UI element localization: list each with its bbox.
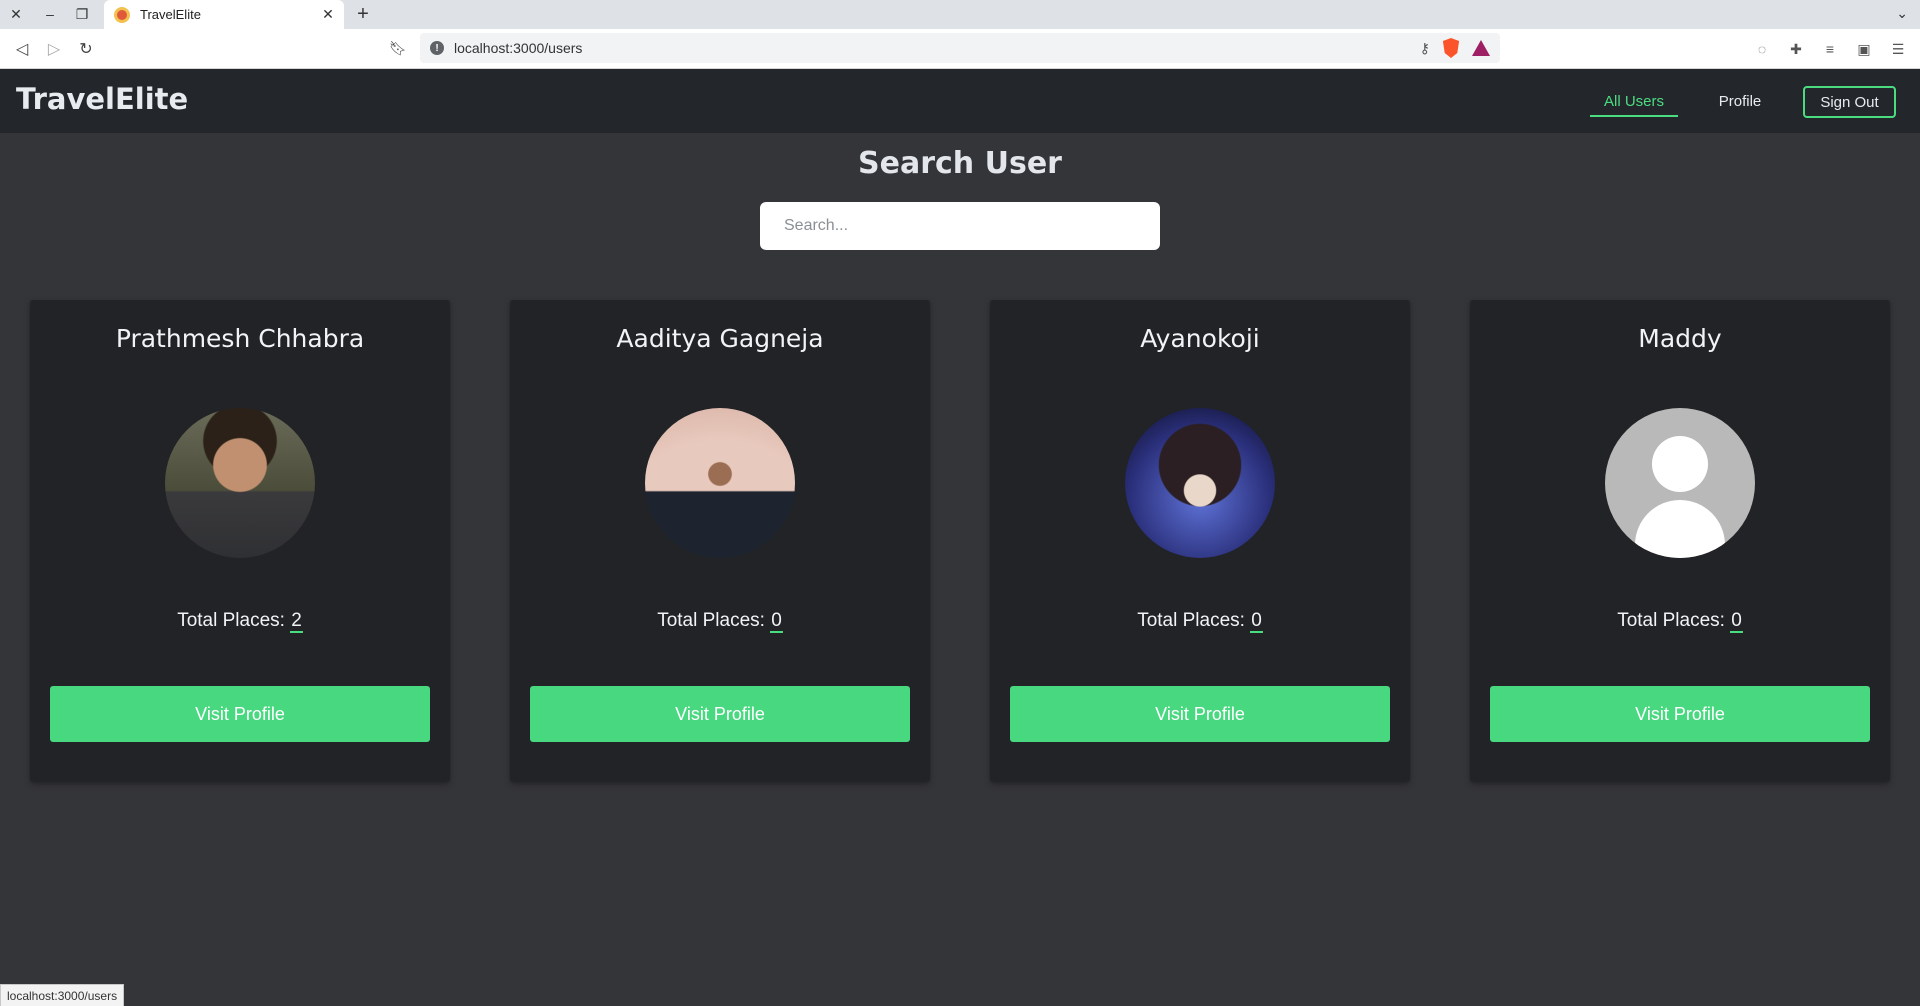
total-places-label: Total Places: bbox=[657, 610, 771, 631]
total-places-count: 0 bbox=[1730, 610, 1743, 633]
user-card-list: Prathmesh Chhabra Total Places: 2 Visit … bbox=[30, 300, 1890, 782]
nav-profile[interactable]: Profile bbox=[1718, 88, 1762, 115]
total-places: Total Places: 0 bbox=[1470, 610, 1890, 633]
close-window-icon[interactable]: ✕ bbox=[6, 4, 26, 24]
search-input[interactable] bbox=[760, 202, 1160, 250]
browser-tab[interactable]: TravelElite ✕ bbox=[104, 0, 344, 29]
wallet-icon[interactable]: ▣ bbox=[1854, 39, 1874, 59]
total-places-count: 0 bbox=[770, 610, 783, 633]
visit-profile-button[interactable]: Visit Profile bbox=[1010, 686, 1390, 742]
site-info-icon[interactable]: ! bbox=[430, 41, 444, 55]
user-name: Aaditya Gagneja bbox=[616, 324, 824, 353]
visit-profile-button[interactable]: Visit Profile bbox=[530, 686, 910, 742]
browser-tab-bar: ✕ – ❐ TravelElite ✕ + ⌄ bbox=[0, 0, 1920, 29]
password-key-icon[interactable]: ⚷ bbox=[1420, 40, 1430, 57]
total-places: Total Places: 0 bbox=[990, 610, 1410, 633]
avatar-body-shape bbox=[1635, 500, 1725, 558]
total-places-count: 2 bbox=[290, 610, 303, 633]
nav-all-users[interactable]: All Users bbox=[1590, 88, 1678, 117]
user-name: Prathmesh Chhabra bbox=[115, 324, 365, 353]
user-card: Aaditya Gagneja Total Places: 0 Visit Pr… bbox=[510, 300, 930, 782]
total-places: Total Places: 2 bbox=[30, 610, 450, 633]
total-places: Total Places: 0 bbox=[510, 610, 930, 633]
media-queue-icon[interactable]: ≡ bbox=[1820, 39, 1840, 59]
default-avatar-icon bbox=[1605, 408, 1755, 558]
user-name: Ayanokoji bbox=[1140, 324, 1260, 353]
tab-list-chevron-icon[interactable]: ⌄ bbox=[1896, 5, 1908, 22]
avatar bbox=[645, 408, 795, 558]
reload-icon[interactable]: ↻ bbox=[74, 37, 98, 61]
avatar bbox=[165, 408, 315, 558]
total-places-label: Total Places: bbox=[177, 610, 291, 631]
address-bar[interactable]: ! localhost:3000/users ⚷ bbox=[420, 33, 1500, 63]
user-card: Ayanokoji Total Places: 0 Visit Profile bbox=[990, 300, 1410, 782]
browser-menu-icon[interactable]: ☰ bbox=[1888, 39, 1908, 59]
visit-profile-button[interactable]: Visit Profile bbox=[50, 686, 430, 742]
back-icon[interactable]: ◁ bbox=[10, 37, 34, 61]
app-navbar: TravelElite All Users Profile Sign Out bbox=[0, 69, 1920, 133]
brand-logo[interactable]: TravelElite bbox=[16, 82, 188, 116]
avatar-head-shape bbox=[1652, 436, 1708, 492]
browser-status-bar: localhost:3000/users bbox=[0, 984, 125, 1006]
restore-window-icon[interactable]: ❐ bbox=[72, 4, 92, 24]
avatar bbox=[1125, 408, 1275, 558]
extension-icons: ◌ ✚ ≡ ▣ ☰ bbox=[1752, 39, 1908, 59]
url-text[interactable]: localhost:3000/users bbox=[454, 40, 1420, 56]
visit-profile-button[interactable]: Visit Profile bbox=[1490, 686, 1870, 742]
extension-icon[interactable]: ◌ bbox=[1752, 39, 1772, 59]
sign-out-button[interactable]: Sign Out bbox=[1803, 86, 1896, 118]
puzzle-extensions-icon[interactable]: ✚ bbox=[1786, 39, 1806, 59]
brave-rewards-icon[interactable] bbox=[1472, 40, 1490, 56]
bookmark-icon[interactable]: 🔖︎ bbox=[388, 38, 408, 58]
new-tab-icon[interactable]: + bbox=[352, 3, 374, 26]
tab-title: TravelElite bbox=[140, 7, 201, 22]
user-card: Maddy Total Places: 0 Visit Profile bbox=[1470, 300, 1890, 782]
close-tab-icon[interactable]: ✕ bbox=[318, 6, 338, 23]
total-places-label: Total Places: bbox=[1617, 610, 1731, 631]
minimize-window-icon[interactable]: – bbox=[40, 4, 60, 24]
site-favicon-icon bbox=[114, 6, 130, 23]
user-card: Prathmesh Chhabra Total Places: 2 Visit … bbox=[30, 300, 450, 782]
browser-toolbar: ◁ ▷ ↻ 🔖︎ ! localhost:3000/users ⚷ ◌ ✚ ≡ … bbox=[0, 29, 1920, 69]
user-name: Maddy bbox=[1638, 324, 1722, 353]
total-places-label: Total Places: bbox=[1137, 610, 1251, 631]
brave-shields-icon[interactable] bbox=[1442, 38, 1460, 58]
total-places-count: 0 bbox=[1250, 610, 1263, 633]
forward-icon[interactable]: ▷ bbox=[42, 37, 66, 61]
page-title: Search User bbox=[858, 146, 1062, 181]
